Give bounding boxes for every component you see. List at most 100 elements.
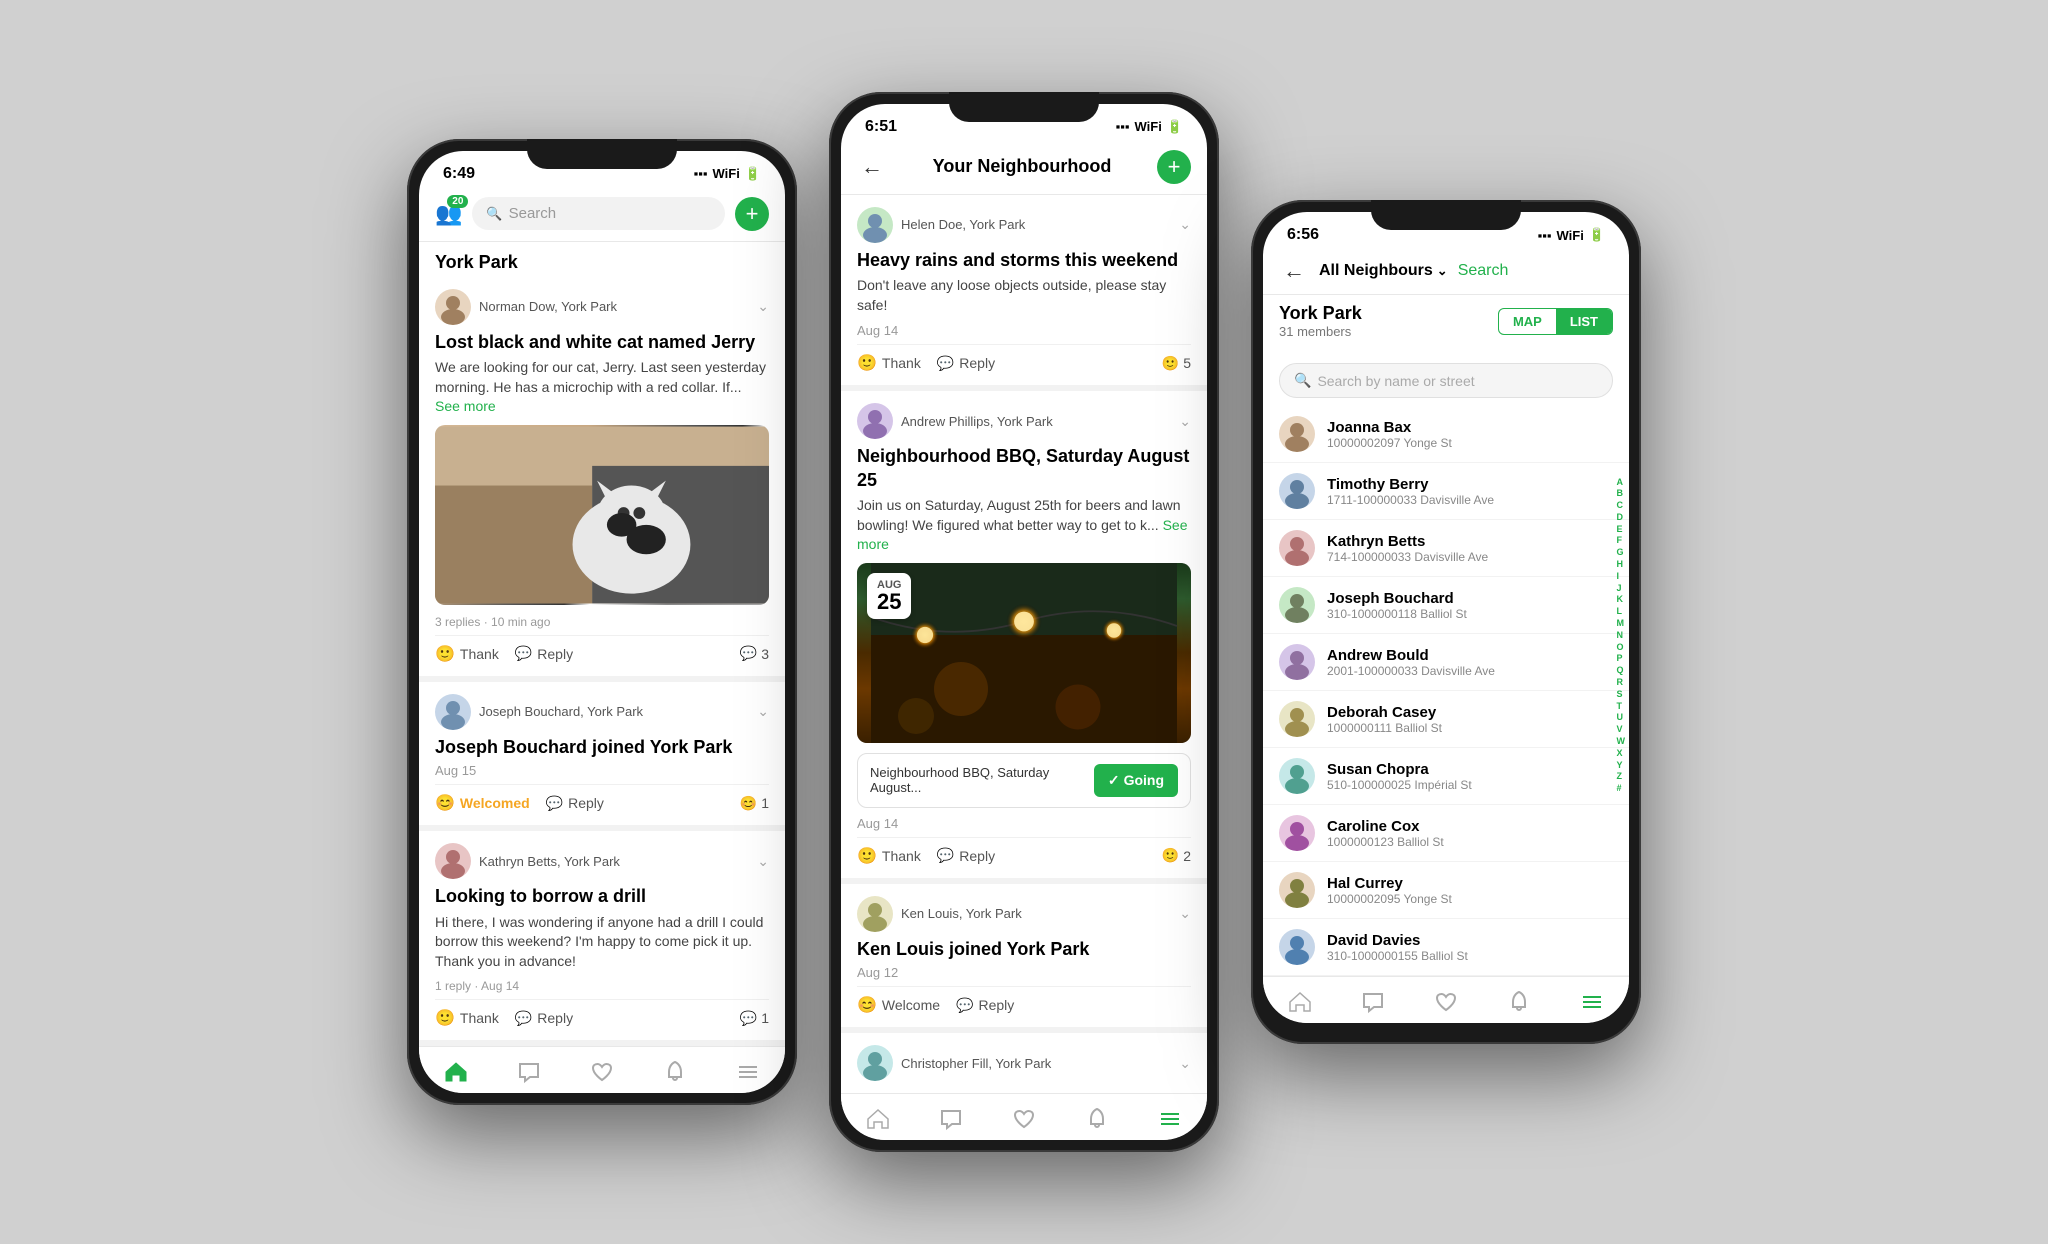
add-post-button-2[interactable]: + — [1157, 150, 1191, 184]
alpha-R[interactable]: R — [1617, 677, 1626, 688]
alpha-B[interactable]: B — [1617, 489, 1626, 500]
partial-post-p2-4: Christopher Fill, York Park ⌄ — [841, 1033, 1207, 1093]
alpha-I[interactable]: I — [1617, 571, 1626, 582]
alpha-W[interactable]: W — [1617, 736, 1626, 747]
alpha-Z[interactable]: Z — [1617, 772, 1626, 783]
alpha-A[interactable]: A — [1617, 477, 1626, 488]
search-neighbours-bar[interactable]: 🔍 Search by name or street — [1279, 363, 1613, 398]
nav-home-3[interactable] — [1287, 989, 1313, 1015]
nav-heart-2[interactable] — [1011, 1106, 1037, 1132]
search-bar[interactable]: 🔍 Search — [472, 197, 725, 230]
alpha-N[interactable]: N — [1617, 630, 1626, 641]
chevron-down-icon-1[interactable]: ⌄ — [757, 298, 769, 315]
neighbour-item-9[interactable]: Hal Currey 10000002095 Yonge St — [1263, 862, 1629, 919]
neighbour-item-1[interactable]: Joanna Bax 10000002097 Yonge St — [1263, 406, 1629, 463]
nav-menu-2[interactable] — [1157, 1106, 1183, 1132]
see-more-link-p2-2[interactable]: See more — [857, 517, 1188, 553]
nav-menu-3[interactable] — [1579, 989, 1605, 1015]
nav-bell-1[interactable] — [662, 1059, 688, 1085]
neighbour-item-5[interactable]: Andrew Bould 2001-100000033 Davisville A… — [1263, 634, 1629, 691]
post-author-2: Joseph Bouchard, York Park — [479, 704, 643, 719]
going-button[interactable]: ✓ Going — [1094, 764, 1178, 797]
alpha-O[interactable]: O — [1617, 642, 1626, 653]
alpha-P[interactable]: P — [1617, 654, 1626, 665]
chevron-down-icon-p2-3[interactable]: ⌄ — [1179, 905, 1191, 922]
nav-home-2[interactable] — [865, 1106, 891, 1132]
alpha-S[interactable]: S — [1617, 689, 1626, 700]
see-more-link-1[interactable]: See more — [435, 398, 496, 414]
nav-menu-1[interactable] — [735, 1059, 761, 1085]
battery-icon: 🔋 — [745, 166, 761, 182]
alpha-U[interactable]: U — [1617, 713, 1626, 724]
list-toggle-btn[interactable]: LIST — [1556, 309, 1612, 334]
reply-button-p2-1[interactable]: 💬 Reply — [937, 355, 995, 372]
map-toggle-btn[interactable]: MAP — [1499, 309, 1556, 334]
chevron-down-icon-p2-1[interactable]: ⌄ — [1179, 216, 1191, 233]
notch-3 — [1371, 200, 1521, 230]
reply-button-1[interactable]: 💬 Reply — [515, 645, 573, 662]
chevron-down-icon-2[interactable]: ⌄ — [757, 703, 769, 720]
nav-chat-1[interactable] — [516, 1059, 542, 1085]
neighbour-item-6[interactable]: Deborah Casey 1000000111 Balliol St — [1263, 691, 1629, 748]
reply-button-2[interactable]: 💬 Reply — [546, 795, 604, 812]
alpha-K[interactable]: K — [1617, 595, 1626, 606]
all-neighbours-dropdown[interactable]: All Neighbours ⌄ — [1319, 262, 1448, 280]
neighbour-item-2[interactable]: Timothy Berry 1711-100000033 Davisville … — [1263, 463, 1629, 520]
alpha-Q[interactable]: Q — [1617, 665, 1626, 676]
nav-home-1[interactable] — [443, 1059, 469, 1085]
welcomed-button-2[interactable]: 😊 Welcomed — [435, 793, 530, 813]
alpha-H[interactable]: H — [1617, 559, 1626, 570]
post-date-p2-3: Aug 12 — [857, 965, 1191, 980]
reply-button-p2-2[interactable]: 💬 Reply — [937, 847, 995, 864]
phone-3: 6:56 ▪▪▪ WiFi 🔋 ← All Neighbours ⌄ Searc… — [1251, 200, 1641, 1044]
alpha-E[interactable]: E — [1617, 524, 1626, 535]
chevron-down-icon-p2-4[interactable]: ⌄ — [1179, 1055, 1191, 1072]
neighbour-info-6: Deborah Casey 1000000111 Balliol St — [1327, 704, 1613, 735]
nav-bell-2[interactable] — [1084, 1106, 1110, 1132]
reply-button-3[interactable]: 💬 Reply — [515, 1010, 573, 1027]
alpha-Y[interactable]: Y — [1617, 760, 1626, 771]
add-post-button[interactable]: + — [735, 197, 769, 231]
nav-chat-2[interactable] — [938, 1106, 964, 1132]
thank-button-p2-1[interactable]: 🙂 Thank — [857, 353, 921, 373]
thank-button-1[interactable]: 🙂 Thank — [435, 644, 499, 664]
alpha-T[interactable]: T — [1617, 701, 1626, 712]
alpha-J[interactable]: J — [1617, 583, 1626, 594]
neighbour-avatar-2 — [1279, 473, 1315, 509]
reply-button-p2-3[interactable]: 💬 Reply — [956, 997, 1014, 1014]
search-link-3[interactable]: Search — [1458, 262, 1509, 280]
neighbour-name-6: Deborah Casey — [1327, 704, 1613, 721]
welcome-button-p2-3[interactable]: 😊 Welcome — [857, 995, 940, 1015]
alpha-L[interactable]: L — [1617, 607, 1626, 618]
alpha-C[interactable]: C — [1617, 500, 1626, 511]
nav-bell-3[interactable] — [1506, 989, 1532, 1015]
neighbour-name-7: Susan Chopra — [1327, 761, 1613, 778]
add-friend-button[interactable]: 👥 20 — [435, 201, 462, 227]
chevron-down-icon-3[interactable]: ⌄ — [757, 853, 769, 870]
nav-heart-1[interactable] — [589, 1059, 615, 1085]
back-button-2[interactable]: ← — [857, 154, 887, 180]
app-header-1: 👥 20 🔍 Search + — [419, 189, 785, 242]
alpha-D[interactable]: D — [1617, 512, 1626, 523]
reply-icon-p2-2: 💬 — [937, 847, 954, 864]
alpha-M[interactable]: M — [1617, 618, 1626, 629]
neighbour-item-8[interactable]: Caroline Cox 1000000123 Balliol St — [1263, 805, 1629, 862]
app-header-3: ← All Neighbours ⌄ Search — [1263, 250, 1629, 295]
nav-chat-3[interactable] — [1360, 989, 1386, 1015]
neighbour-item-10[interactable]: David Davies 310-1000000155 Balliol St — [1263, 919, 1629, 976]
alpha-G[interactable]: G — [1617, 548, 1626, 559]
chevron-down-icon-p2-2[interactable]: ⌄ — [1179, 413, 1191, 430]
back-button-3[interactable]: ← — [1279, 258, 1309, 284]
alpha-X[interactable]: X — [1617, 748, 1626, 759]
alphabet-index[interactable]: A B C D E F G H I J K L M N O P Q R S T — [1617, 477, 1626, 795]
reply-label-3: Reply — [537, 1010, 573, 1026]
nav-heart-3[interactable] — [1433, 989, 1459, 1015]
alpha-F[interactable]: F — [1617, 536, 1626, 547]
thank-button-p2-2[interactable]: 🙂 Thank — [857, 846, 921, 866]
neighbour-item-7[interactable]: Susan Chopra 510-100000025 Impérial St — [1263, 748, 1629, 805]
thank-button-3[interactable]: 🙂 Thank — [435, 1008, 499, 1028]
neighbour-item-4[interactable]: Joseph Bouchard 310-1000000118 Balliol S… — [1263, 577, 1629, 634]
neighbour-item-3[interactable]: Kathryn Betts 714-100000033 Davisville A… — [1263, 520, 1629, 577]
alpha-V[interactable]: V — [1617, 724, 1626, 735]
alpha-hash[interactable]: # — [1617, 783, 1626, 794]
